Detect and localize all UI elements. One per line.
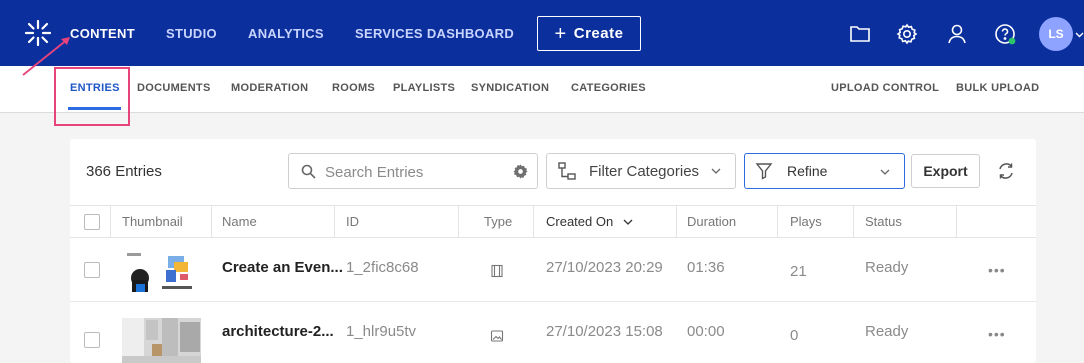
annotation-arrow-icon — [22, 37, 70, 76]
plays: 0 — [790, 327, 799, 344]
sub-navigation: ENTRIES DOCUMENTS MODERATION ROOMS PLAYL… — [0, 66, 1084, 113]
folder-icon[interactable] — [848, 22, 872, 46]
filter-categories-label: Filter Categories — [589, 162, 700, 180]
tab-categories[interactable]: CATEGORIES — [571, 82, 646, 94]
refine-dropdown[interactable]: Refine — [744, 153, 905, 189]
tab-syndication[interactable]: SYNDICATION — [471, 82, 549, 94]
row-checkbox[interactable] — [84, 262, 100, 278]
tab-rooms[interactable]: ROOMS — [332, 82, 375, 94]
entries-panel: 366 Entries Filter Categories Refine Exp… — [70, 139, 1036, 363]
tab-documents[interactable]: DOCUMENTS — [137, 82, 211, 94]
column-divider — [458, 206, 459, 238]
help-icon[interactable] — [993, 22, 1017, 46]
duration: 01:36 — [687, 259, 725, 276]
column-divider — [777, 206, 778, 238]
nav-analytics[interactable]: ANALYTICS — [248, 26, 324, 41]
video-type-icon — [491, 264, 503, 278]
nav-studio[interactable]: STUDIO — [166, 26, 217, 41]
user-icon[interactable] — [945, 22, 969, 46]
chevron-down-icon — [880, 169, 890, 175]
duration: 00:00 — [687, 323, 725, 340]
search-box[interactable] — [288, 153, 538, 189]
header-thumbnail: Thumbnail — [122, 214, 183, 229]
image-thumbnail[interactable] — [122, 318, 201, 363]
image-type-icon — [490, 330, 504, 342]
video-thumbnail[interactable] — [122, 248, 201, 292]
status-text: Ready — [865, 323, 909, 340]
table-row[interactable]: Create an Even... 1_2fic8c68 27/10/2023 … — [70, 238, 1036, 302]
sort-chevron-down-icon — [623, 219, 633, 225]
table-header: Thumbnail Name ID Type Created On Durati… — [70, 205, 1036, 238]
entry-id: 1_2fic8c68 — [346, 259, 419, 276]
create-button[interactable]: + Create — [537, 16, 641, 51]
more-actions-icon[interactable]: ••• — [988, 262, 1006, 278]
entry-name[interactable]: Create an Even... — [222, 259, 343, 276]
chevron-down-icon — [711, 168, 721, 174]
category-tree-icon — [558, 162, 576, 180]
table-row[interactable]: architecture-2... 1_hlr9u5tv 27/10/2023 … — [70, 302, 1036, 363]
header-type[interactable]: Type — [484, 214, 512, 229]
column-divider — [676, 206, 677, 238]
column-divider — [853, 206, 854, 238]
column-divider — [211, 206, 212, 238]
nav-content[interactable]: CONTENT — [70, 26, 135, 41]
tab-playlists[interactable]: PLAYLISTS — [393, 82, 455, 94]
header-name[interactable]: Name — [222, 214, 257, 229]
bulk-upload-link[interactable]: BULK UPLOAD — [956, 82, 1039, 94]
header-created-on-label: Created On — [546, 214, 614, 229]
plays: 21 — [790, 263, 807, 280]
refine-label: Refine — [787, 163, 828, 179]
header-created-on[interactable]: Created On — [546, 214, 633, 229]
search-icon — [301, 164, 316, 179]
top-navigation-bar: CONTENT STUDIO ANALYTICS SERVICES DASHBO… — [0, 0, 1084, 66]
create-label: Create — [573, 25, 624, 42]
entry-id: 1_hlr9u5tv — [346, 323, 417, 340]
header-duration[interactable]: Duration — [687, 214, 736, 229]
column-divider — [334, 206, 335, 238]
created-on: 27/10/2023 15:08 — [546, 323, 663, 340]
funnel-icon — [755, 163, 773, 180]
refresh-icon[interactable] — [996, 161, 1016, 181]
nav-services-dashboard[interactable]: SERVICES DASHBOARD — [355, 26, 514, 41]
column-divider — [956, 206, 957, 238]
tab-moderation[interactable]: MODERATION — [231, 82, 308, 94]
chevron-down-icon[interactable] — [1075, 30, 1084, 39]
avatar[interactable]: LS — [1039, 17, 1073, 51]
select-all-checkbox[interactable] — [84, 214, 100, 230]
search-settings-gear-icon[interactable] — [512, 163, 529, 180]
plus-icon: + — [554, 22, 567, 45]
header-status[interactable]: Status — [865, 214, 902, 229]
upload-control-link[interactable]: UPLOAD CONTROL — [831, 82, 939, 94]
status-text: Ready — [865, 259, 909, 276]
filter-categories-button[interactable]: Filter Categories — [546, 153, 736, 189]
gear-icon[interactable] — [895, 22, 919, 46]
column-divider — [533, 206, 534, 238]
entry-name[interactable]: architecture-2... — [222, 323, 334, 340]
export-button[interactable]: Export — [911, 154, 980, 188]
column-divider — [110, 206, 111, 238]
search-input[interactable] — [325, 162, 495, 182]
created-on: 27/10/2023 20:29 — [546, 259, 663, 276]
row-checkbox[interactable] — [84, 332, 100, 348]
more-actions-icon[interactable]: ••• — [988, 326, 1006, 342]
header-plays[interactable]: Plays — [790, 214, 822, 229]
header-id[interactable]: ID — [346, 214, 359, 229]
entries-count: 366 Entries — [86, 163, 162, 180]
